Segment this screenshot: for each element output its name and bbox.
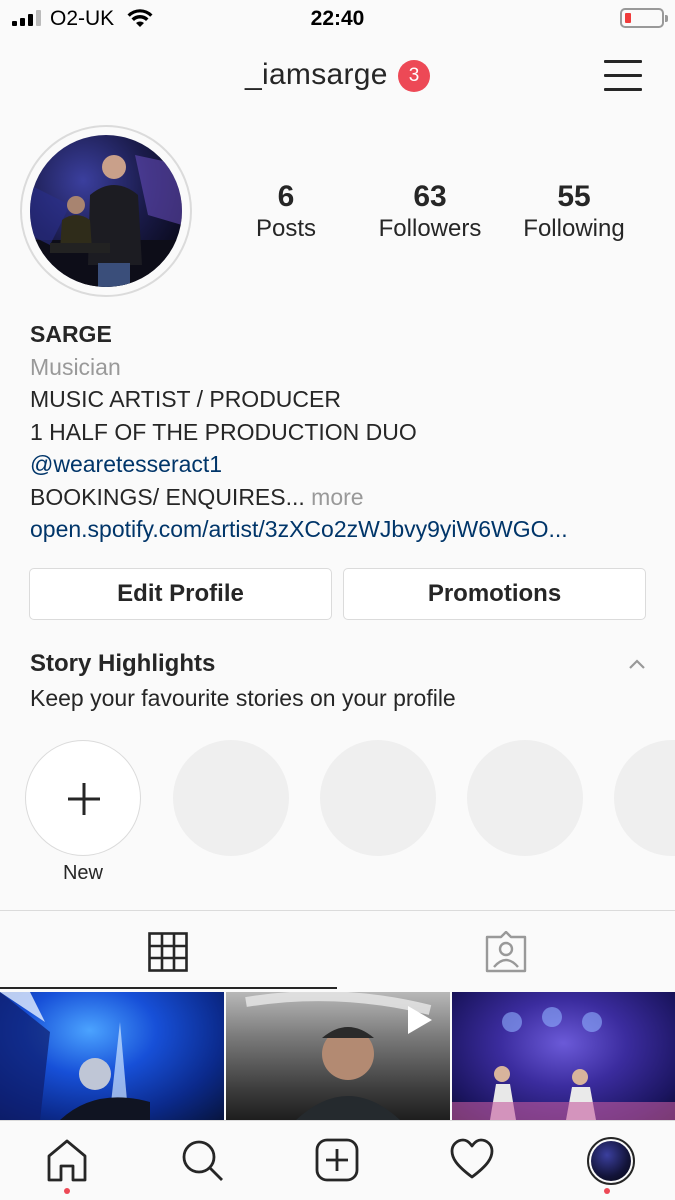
home-icon	[47, 1139, 87, 1182]
posts-label: Posts	[255, 215, 317, 242]
followers-label: Followers	[378, 215, 482, 242]
post-thumbnail-video[interactable]	[226, 992, 450, 1120]
following-count: 55	[557, 180, 591, 213]
more-link[interactable]: more	[311, 484, 363, 510]
story-highlights-subtitle: Keep your favourite stories on your prof…	[30, 685, 456, 711]
username-switcher[interactable]: _iamsarge	[245, 58, 388, 92]
plus-icon	[68, 783, 100, 815]
chevron-up-icon[interactable]	[628, 658, 646, 670]
display-name: SARGE	[30, 321, 112, 347]
nav-search[interactable]	[135, 1121, 270, 1200]
home-activity-dot	[64, 1188, 70, 1194]
grid-icon	[148, 932, 188, 972]
posts-count: 6	[277, 180, 295, 213]
tab-grid[interactable]	[0, 911, 337, 989]
tab-tagged[interactable]	[337, 911, 675, 989]
profile-avatar	[587, 1137, 635, 1185]
bio-line-truncated: BOOKINGS/ ENQUIRES... more	[30, 481, 650, 514]
notification-badge: 3	[398, 60, 430, 92]
followers-count: 63	[413, 180, 447, 213]
promotions-button[interactable]: Promotions	[343, 568, 646, 620]
highlight-placeholder	[467, 740, 583, 856]
search-icon	[182, 1140, 223, 1181]
profile-bio: SARGE Musician MUSIC ARTIST / PRODUCER 1…	[30, 318, 650, 546]
highlight-placeholder	[320, 740, 436, 856]
bottom-nav	[0, 1120, 675, 1200]
nav-profile[interactable]	[540, 1121, 675, 1200]
stat-posts[interactable]: 6 Posts	[246, 180, 326, 244]
edit-profile-button[interactable]: Edit Profile	[29, 568, 332, 620]
website-link[interactable]: open.spotify.com/artist/3zXCo2zWJbvy9yiW…	[30, 513, 650, 546]
bio-line: MUSIC ARTIST / PRODUCER	[30, 386, 341, 412]
activity-heart-icon	[450, 1138, 494, 1179]
bio-line: BOOKINGS/ ENQUIRES...	[30, 483, 305, 510]
battery-icon	[620, 8, 668, 28]
profile-avatar-button[interactable]	[20, 125, 192, 297]
nav-home[interactable]	[0, 1121, 135, 1200]
highlight-placeholder	[614, 740, 675, 856]
category-label: Musician	[30, 353, 121, 380]
tagged-photos-icon	[485, 931, 527, 973]
profile-activity-dot	[604, 1188, 610, 1194]
profile-avatar	[30, 135, 182, 287]
status-bar: O2-UK 22:40	[0, 0, 675, 38]
highlight-placeholder	[173, 740, 289, 856]
hamburger-menu-icon[interactable]	[604, 58, 644, 92]
post-thumbnail[interactable]	[0, 992, 224, 1120]
following-label: Following	[523, 215, 625, 242]
bio-line: 1 HALF OF THE PRODUCTION DUO	[30, 418, 417, 445]
mention-link[interactable]: @wearetesseract1	[30, 448, 650, 481]
nav-new-post[interactable]	[270, 1121, 405, 1200]
story-highlights-title: Story Highlights	[30, 650, 216, 677]
clock: 22:40	[310, 7, 365, 30]
stat-followers[interactable]: 63 Followers	[370, 180, 490, 244]
new-highlight-label: New	[62, 862, 103, 884]
post-thumbnail[interactable]	[452, 992, 675, 1120]
stat-following[interactable]: 55 Following	[514, 180, 634, 244]
new-highlight-button[interactable]	[25, 740, 141, 856]
nav-activity[interactable]	[405, 1121, 540, 1200]
new-post-icon	[315, 1138, 359, 1182]
active-tab-indicator	[0, 987, 337, 989]
profile-header: _iamsarge	[0, 50, 675, 106]
